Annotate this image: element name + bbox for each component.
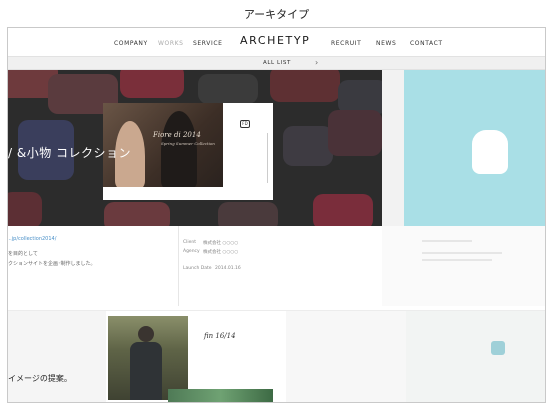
card-script: Fiore di 2014 [153, 131, 201, 139]
site-logo[interactable]: ARCHETYP [240, 34, 310, 47]
tooth-illustration [472, 130, 508, 174]
meta-launch: Launch Date 2014.01.16 [183, 266, 241, 271]
model-figure [138, 326, 154, 342]
wallet-image [218, 202, 278, 226]
chevron-right-icon: › [315, 58, 319, 67]
nav-recruit[interactable]: RECRUIT [331, 40, 361, 47]
description-line: を目的として [8, 251, 38, 257]
page-caption: アーキタイプ [243, 8, 310, 21]
model-figure [130, 342, 162, 400]
work-link[interactable]: ...jp/collection2014/ [8, 236, 56, 242]
card-script-sub: Spring Summer Collection [161, 141, 215, 146]
description-line: クションサイトを企画･制作しました。 [8, 261, 96, 267]
faded-panel [406, 311, 545, 402]
meta-value: 株式会社 ○○○○ [203, 241, 239, 246]
nav-service[interactable]: SERVICE [193, 40, 223, 47]
bottom-caption: イメージの提案。 [8, 374, 72, 383]
next-work-info [382, 226, 545, 306]
wallet-image [338, 80, 382, 114]
card-script-2: fin 16/14 [204, 332, 236, 340]
website-screenshot: COMPANY WORKS SERVICE ARCHETYP RECRUIT N… [7, 27, 546, 403]
faded-text [422, 240, 472, 242]
brand-logo-icon: FD [240, 120, 250, 128]
meta-label: Agency [183, 249, 200, 254]
wallet-image [8, 192, 42, 226]
wallet-image [104, 202, 170, 226]
meta-value: 株式会社 ○○○○ [203, 250, 239, 255]
faded-text [422, 259, 492, 261]
faded-text [422, 252, 502, 254]
meta-agency: Agency 株式会社 ○○○○ [183, 249, 238, 255]
nav-works[interactable]: WORKS [158, 40, 184, 47]
all-list-label: ALL LIST [263, 60, 291, 66]
wallet-image [328, 110, 382, 156]
wallet-image [198, 74, 258, 104]
green-photo-strip [168, 389, 273, 402]
work-meta: Client 株式会社 ○○○○ Agency 株式会社 ○○○○ Launch… [178, 226, 382, 306]
next-work-panel-bottom[interactable] [286, 311, 545, 402]
wallet-image [313, 194, 373, 226]
panel-edge [382, 70, 404, 226]
next-work-visual[interactable] [382, 70, 545, 226]
previous-work-panel[interactable] [8, 311, 106, 402]
model-man [161, 111, 197, 187]
meta-client: Client 株式会社 ○○○○ [183, 240, 238, 246]
wallet-image [270, 70, 340, 102]
meta-label: Client [183, 240, 197, 245]
model-photo-2 [108, 316, 188, 400]
hero-title: / &小物 コレクション [8, 146, 132, 160]
badge-icon [491, 341, 505, 355]
meta-label: Launch Date [183, 266, 212, 271]
work-card-bottom[interactable]: fin 16/14 [106, 316, 286, 402]
wallet-image [120, 70, 184, 98]
wallet-image [283, 126, 333, 166]
all-list-bar[interactable]: ALL LIST › [8, 56, 545, 70]
work-description: ...jp/collection2014/ を目的として クションサイトを企画･… [8, 226, 178, 306]
nav-company[interactable]: COMPANY [114, 40, 148, 47]
global-nav: COMPANY WORKS SERVICE ARCHETYP RECRUIT N… [8, 28, 545, 57]
divider [267, 133, 268, 183]
meta-value: 2014.01.16 [215, 266, 241, 271]
nav-contact[interactable]: CONTACT [410, 40, 443, 47]
nav-news[interactable]: NEWS [376, 40, 396, 47]
hero-visual[interactable]: Fiore di 2014 Spring Summer Collection F… [8, 70, 382, 226]
